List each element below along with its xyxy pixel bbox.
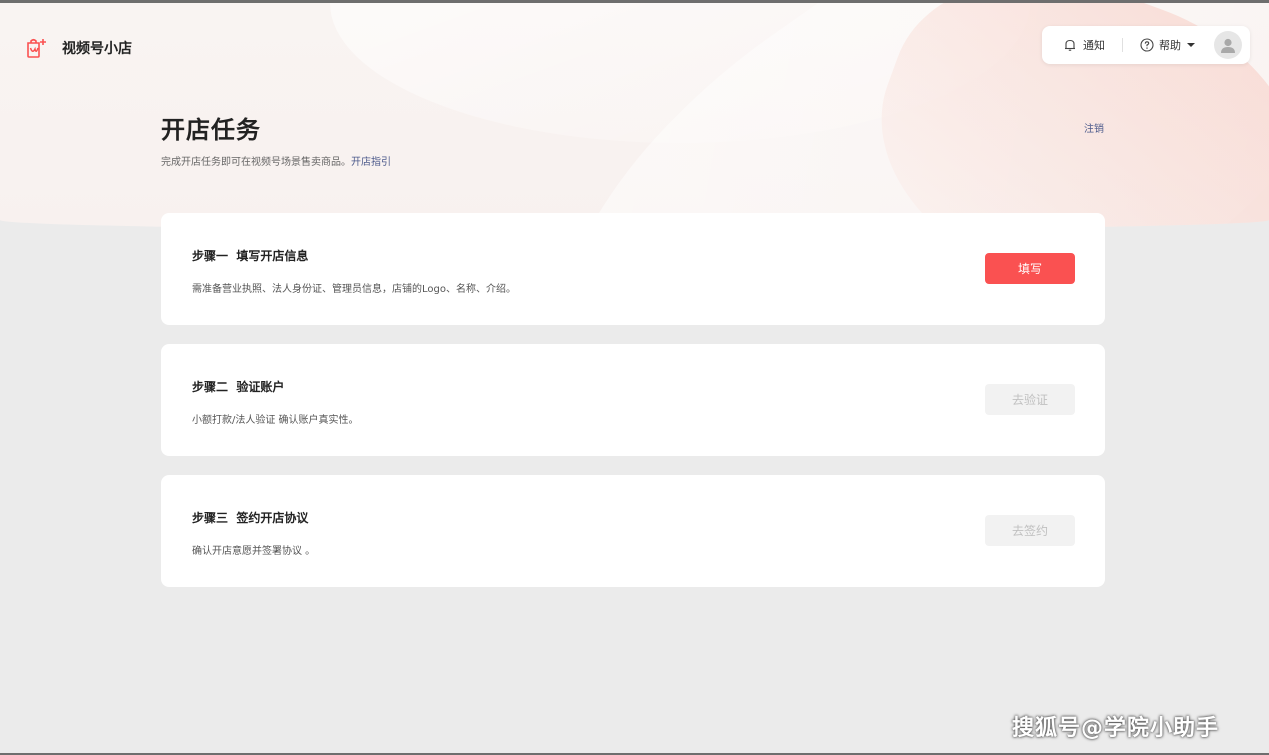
- verify-button[interactable]: 去验证: [985, 384, 1075, 415]
- step-card-3: 步骤三 签约开店协议 确认开店意愿并签署协议 。 去签约: [161, 475, 1105, 587]
- user-avatar-icon: [1221, 38, 1235, 53]
- step-card-2: 步骤二 验证账户 小额打款/法人验证 确认账户真实性。 去验证: [161, 344, 1105, 456]
- bell-icon: [1065, 39, 1075, 51]
- notify-label: 通知: [1083, 39, 1105, 52]
- watermark-text: 搜狐号@学院小助手: [1012, 716, 1220, 741]
- step-card-1: 步骤一 填写开店信息 需准备营业执照、法人身份证、管理员信息，店铺的Logo、名…: [161, 213, 1105, 325]
- top-toolbar: 通知 帮助: [1042, 26, 1250, 64]
- step-title: 步骤二 验证账户: [192, 380, 285, 394]
- step-description: 需准备营业执照、法人身份证、管理员信息，店铺的Logo、名称、介绍。: [192, 284, 516, 295]
- logout-link[interactable]: 注销: [1084, 120, 1104, 135]
- user-avatar[interactable]: [1214, 31, 1242, 59]
- step-description: 确认开店意愿并签署协议 。: [192, 546, 316, 557]
- help-menu-button[interactable]: 帮助: [1140, 37, 1195, 53]
- fill-info-button[interactable]: 填写: [985, 253, 1075, 284]
- toolbar-divider: [1122, 38, 1123, 52]
- step-description: 小额打款/法人验证 确认账户真实性。: [192, 415, 359, 426]
- page-subtitle: 完成开店任务即可在视频号场景售卖商品。开店指引: [161, 153, 391, 168]
- shop-bag-icon: [27, 38, 46, 58]
- help-label: 帮助: [1159, 39, 1181, 52]
- notify-button[interactable]: 通知: [1063, 37, 1105, 53]
- shop-guide-link[interactable]: 开店指引: [351, 157, 391, 168]
- subtitle-text: 完成开店任务即可在视频号场景售卖商品。: [161, 157, 351, 168]
- step-title: 步骤一 填写开店信息: [192, 249, 309, 263]
- help-circle-icon: [1140, 38, 1154, 52]
- chevron-down-icon: [1187, 43, 1195, 47]
- step-title: 步骤三 签约开店协议: [192, 511, 309, 525]
- sign-agreement-button[interactable]: 去签约: [985, 515, 1075, 546]
- app-name: 视频号小店: [62, 41, 132, 57]
- page-title: 开店任务: [161, 116, 261, 144]
- app-logo[interactable]: 视频号小店: [24, 36, 132, 60]
